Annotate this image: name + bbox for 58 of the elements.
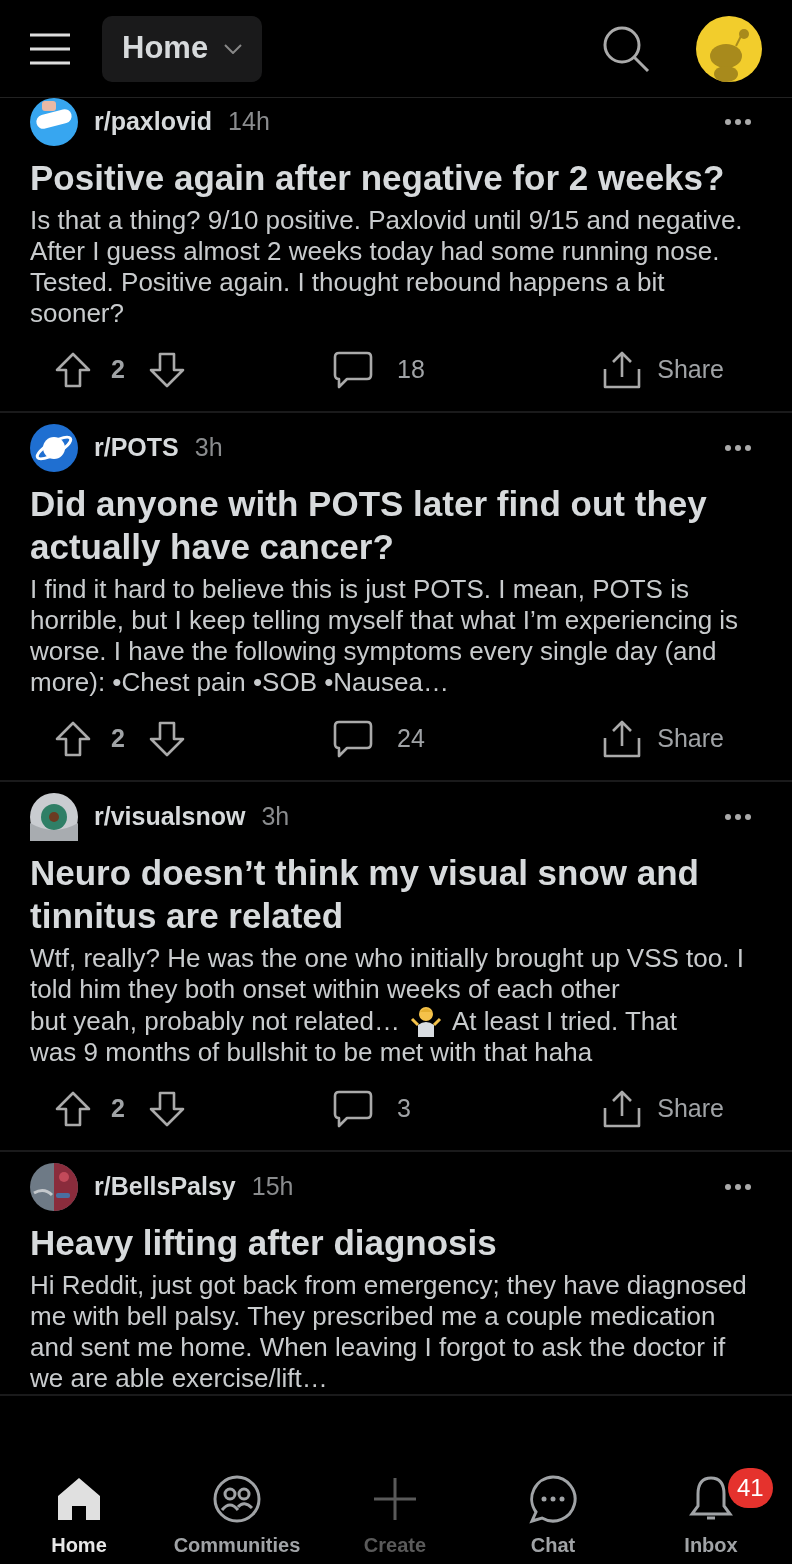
nav-tab[interactable]: Chat bbox=[474, 1464, 632, 1564]
shrug-icon bbox=[410, 1005, 443, 1037]
feed-selector[interactable]: Home bbox=[102, 15, 263, 82]
post-title[interactable]: Did anyone with POTS later find out they actually have cancer? bbox=[30, 482, 760, 568]
post-body: At least I tried. That bbox=[452, 1005, 677, 1037]
nav-tab[interactable]: Inbox 41 bbox=[632, 1464, 790, 1564]
share-button[interactable]: Share bbox=[603, 351, 724, 389]
nav-tab[interactable]: Home bbox=[0, 1464, 158, 1564]
share-icon bbox=[603, 720, 642, 758]
post-title[interactable]: Positive again after negative for 2 weeks? bbox=[30, 156, 760, 199]
people-icon bbox=[212, 1474, 262, 1524]
post-body: I find it hard to believe this is just POTS. I mean, POTS is horrible, but I keep telling myself that what I’m experiencing is worse. I have the following symptoms every single day (and more): •Chest pain •SOB •Nausea… bbox=[30, 574, 740, 698]
chat-icon bbox=[528, 1474, 578, 1524]
comments-button[interactable]: 24 bbox=[333, 720, 425, 758]
subreddit-name[interactable]: r/BellsPalsy bbox=[94, 1168, 236, 1206]
share-button[interactable]: Share bbox=[603, 720, 724, 758]
post-body: was 9 months of bullshit to be met with that haha bbox=[30, 1037, 594, 1068]
comments-button[interactable]: 3 bbox=[333, 1090, 411, 1128]
planet-icon[interactable] bbox=[30, 424, 78, 472]
search-icon[interactable] bbox=[602, 24, 650, 73]
post-time: 3h bbox=[261, 801, 290, 833]
more-icon[interactable] bbox=[724, 813, 752, 821]
post-title[interactable]: Heavy lifting after diagnosis bbox=[30, 1221, 760, 1264]
post-body: Hi Reddit, just got back from emergency; they have diagnosed me with bell palsy. They prescribed me a couple medication and sent me home. When leaving I forgot to ask the doctor if we are able exercise/lift… bbox=[30, 1270, 748, 1394]
nav-tab[interactable]: Communities bbox=[158, 1464, 316, 1564]
vote-count: 2 bbox=[111, 354, 125, 386]
avatar-icon[interactable] bbox=[696, 15, 762, 82]
downvote-icon[interactable] bbox=[148, 721, 185, 757]
vote-count: 2 bbox=[111, 723, 125, 755]
post-time: 15h bbox=[251, 1171, 294, 1203]
post-body: Is that a thing? 9/10 positive. Paxlovid until 9/15 and negative. After I guess almost 2 weeks today had some running nose. Tested. Positive again. I thought rebound happens a bit sooner? bbox=[30, 205, 744, 329]
more-icon[interactable] bbox=[724, 118, 752, 126]
upvote-icon[interactable] bbox=[55, 1091, 91, 1127]
share-button[interactable]: Share bbox=[603, 1090, 724, 1128]
downvote-icon[interactable] bbox=[148, 352, 185, 388]
share-icon bbox=[603, 351, 642, 389]
more-icon[interactable] bbox=[724, 444, 752, 452]
comments-button[interactable]: 18 bbox=[333, 351, 425, 389]
notification-count: 41 bbox=[728, 1468, 773, 1508]
subreddit-name[interactable]: r/POTS bbox=[94, 429, 179, 467]
more-icon[interactable] bbox=[724, 1183, 752, 1191]
share-icon bbox=[603, 1090, 642, 1128]
post-time: 14h bbox=[228, 106, 270, 138]
subreddit-name[interactable]: r/visualsnow bbox=[94, 798, 246, 836]
subreddit-name[interactable]: r/paxlovid bbox=[94, 103, 213, 141]
upvote-icon[interactable] bbox=[55, 352, 91, 388]
subreddit-icon[interactable] bbox=[30, 98, 78, 146]
comment-icon bbox=[333, 1090, 373, 1128]
post-body: but yeah, probably not related… bbox=[30, 1005, 401, 1037]
upvote-icon[interactable] bbox=[55, 721, 91, 757]
comment-icon bbox=[333, 720, 373, 758]
post-title[interactable]: Neuro doesn’t think my visual snow and tinnitus are related bbox=[30, 851, 760, 937]
comment-icon bbox=[333, 351, 373, 389]
menu-icon[interactable] bbox=[30, 32, 70, 65]
vote-count: 2 bbox=[111, 1093, 125, 1125]
downvote-icon[interactable] bbox=[148, 1091, 185, 1127]
caret-icon bbox=[224, 43, 243, 54]
post-time: 3h bbox=[194, 432, 223, 464]
